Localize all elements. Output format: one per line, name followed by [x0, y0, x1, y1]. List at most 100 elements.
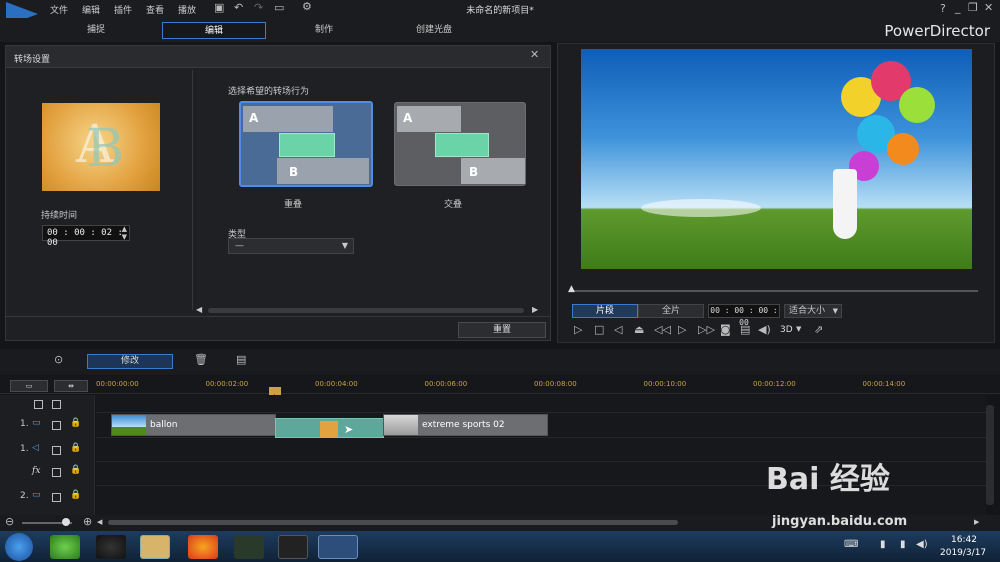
stepper-down-icon[interactable]: ▼ — [122, 233, 127, 241]
expand-icon[interactable]: ⊙ — [54, 353, 63, 366]
next-frame-icon[interactable]: ▷ — [678, 323, 686, 336]
taskbar-firefox-icon[interactable] — [188, 535, 218, 559]
fit-value: 适合大小 — [789, 306, 826, 316]
fit-timeline-icon[interactable]: ⇹ — [54, 380, 88, 392]
track-enable-checkbox[interactable] — [52, 421, 61, 430]
track-label-video-1: 1. — [20, 419, 29, 429]
minimize-icon[interactable]: _ — [955, 1, 961, 14]
track-enable-checkbox[interactable] — [52, 468, 61, 477]
menu-view[interactable]: 查看 — [146, 3, 164, 16]
menu-edit[interactable]: 编辑 — [82, 3, 100, 16]
panel-title: 转场设置 — [14, 55, 51, 65]
panel-close-icon[interactable]: ✕ — [530, 48, 539, 61]
duration-value: 00 : 00 : 02 : 00 — [47, 228, 123, 248]
horizontal-scrollbar[interactable] — [208, 308, 524, 313]
rewind-icon[interactable]: ◁◁ — [654, 323, 671, 336]
vertical-scrollbar[interactable] — [986, 405, 994, 505]
option-overlap[interactable]: A B — [239, 101, 373, 187]
undo-icon[interactable]: ↶ — [234, 1, 243, 14]
all-tracks-visible-checkbox[interactable] — [34, 400, 43, 409]
fit-select[interactable]: 适合大小 ▼ — [784, 304, 842, 318]
tab-clip[interactable]: 片段 — [572, 304, 638, 318]
lock-icon[interactable]: 🔒 — [70, 465, 81, 475]
tab-create-disc[interactable]: 创建光盘 — [382, 22, 486, 39]
subtitle-icon[interactable]: ▤ — [740, 323, 750, 336]
clock-time[interactable]: 16:42 — [951, 535, 977, 545]
speaker-icon[interactable]: ◀) — [916, 539, 928, 550]
taskbar-qq-icon[interactable] — [96, 535, 126, 559]
network-icon[interactable]: ▮ — [900, 539, 906, 550]
tab-produce[interactable]: 制作 — [272, 22, 376, 39]
lock-icon[interactable]: 🔒 — [70, 490, 81, 500]
undock-icon[interactable]: ⇗ — [814, 323, 823, 336]
preview-panel: ▲ 片段 全片 00 : 00 : 00 : 00 适合大小 ▼ ▷ □ ◁ ⏏… — [557, 43, 995, 343]
zoom-in-icon[interactable]: ⊕ — [83, 515, 92, 528]
all-tracks-enable-checkbox[interactable] — [52, 400, 61, 409]
close-icon[interactable]: ✕ — [984, 1, 993, 14]
settings-icon[interactable]: ⚙ — [302, 0, 312, 13]
start-button[interactable] — [5, 533, 33, 561]
scroll-right-icon[interactable]: ▶ — [974, 518, 979, 526]
restore-icon[interactable]: ❐ — [968, 1, 978, 14]
option-cross[interactable]: A B — [394, 102, 526, 186]
menu-file[interactable]: 文件 — [50, 3, 68, 16]
zoom-slider-handle[interactable] — [62, 518, 70, 526]
help-icon[interactable]: ? — [940, 2, 946, 15]
screen-icon[interactable]: ▭ — [274, 1, 284, 14]
track-enable-checkbox[interactable] — [52, 493, 61, 502]
zoom-out-icon[interactable]: ⊖ — [5, 515, 14, 528]
lock-icon[interactable]: 🔒 — [70, 443, 81, 453]
track-label-audio-1: 1. — [20, 444, 29, 454]
power-icon[interactable]: ▮ — [880, 539, 886, 550]
tab-edit[interactable]: 编辑 — [162, 22, 266, 39]
chevron-down-icon[interactable]: ▼ — [796, 325, 801, 333]
stepper-up-icon[interactable]: ▲ — [122, 225, 127, 233]
menu-playback[interactable]: 播放 — [178, 3, 196, 16]
volume-icon[interactable]: ◀) — [758, 323, 771, 336]
playhead-handle[interactable] — [269, 387, 281, 395]
preview-seek-bar[interactable] — [572, 290, 978, 292]
baidu-watermark-url: jingyan.baidu.com — [772, 514, 908, 529]
option-letter-a: A — [249, 111, 259, 125]
taskbar-record-icon[interactable] — [278, 535, 308, 559]
fast-forward-icon[interactable]: ▷▷ — [698, 323, 715, 336]
scroll-right-icon[interactable]: ▶ — [532, 305, 538, 314]
keyboard-icon[interactable]: ⌨ — [844, 539, 858, 550]
play-icon[interactable]: ▷ — [574, 323, 582, 336]
timeline-horizontal-scrollbar[interactable] — [108, 520, 678, 525]
modify-button[interactable]: 修改 — [87, 354, 173, 369]
mark-icon[interactable]: ⏏ — [634, 323, 644, 336]
ruler-tick-label: 00:00:08:00 — [534, 380, 577, 388]
transition-thumbnail — [320, 421, 338, 437]
video-track-icon: ▭ — [32, 490, 41, 500]
reset-button[interactable]: 重置 — [458, 322, 546, 338]
taskbar-browser-icon[interactable] — [50, 535, 80, 559]
redo-icon[interactable]: ↷ — [254, 1, 263, 14]
transition-clip[interactable]: ➤ — [275, 418, 384, 438]
clip-list-icon[interactable]: ▤ — [236, 353, 246, 366]
trash-icon[interactable]: 🗑 — [194, 353, 208, 366]
type-select[interactable]: — ▼ — [228, 238, 354, 254]
lock-icon[interactable]: 🔒 — [70, 418, 81, 428]
save-icon[interactable]: ▣ — [214, 1, 224, 14]
clip-extreme-sports[interactable]: extreme sports 02 — [383, 414, 548, 436]
stop-icon[interactable]: □ — [594, 323, 604, 336]
taskbar-powerdirector-icon[interactable] — [318, 535, 358, 559]
tab-full-movie[interactable]: 全片 — [638, 304, 704, 318]
tab-capture[interactable]: 捕捉 — [44, 22, 148, 39]
clock-date[interactable]: 2019/3/17 — [940, 548, 986, 558]
taskbar-explorer-icon[interactable] — [140, 535, 170, 559]
snapshot-icon[interactable]: ◙ — [720, 323, 731, 336]
previous-frame-icon[interactable]: ◁ — [614, 323, 622, 336]
taskbar-media-icon[interactable] — [234, 535, 264, 559]
seek-handle-icon[interactable]: ▲ — [568, 284, 575, 294]
menu-plugins[interactable]: 插件 — [114, 3, 132, 16]
track-enable-checkbox[interactable] — [52, 446, 61, 455]
clip-ballon[interactable]: ballon — [111, 414, 276, 436]
preview-timecode[interactable]: 00 : 00 : 00 : 00 — [708, 304, 780, 327]
scroll-left-icon[interactable]: ◀ — [196, 305, 202, 314]
duration-input[interactable]: 00 : 00 : 02 : 00 ▲ ▼ — [42, 225, 130, 248]
3d-toggle[interactable]: 3D — [780, 325, 793, 335]
track-manager-icon[interactable]: ▭ — [10, 380, 48, 392]
scroll-left-icon[interactable]: ◀ — [97, 518, 102, 526]
